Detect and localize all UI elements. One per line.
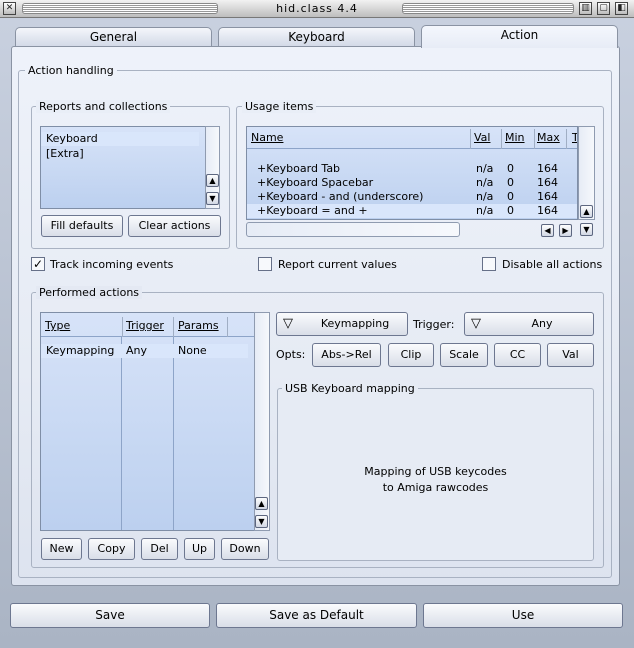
trigger-value: Any <box>531 317 553 330</box>
usage-val: n/a <box>476 162 494 175</box>
table-row[interactable]: +Keyboard = and + n/a 0 164 <box>247 204 577 218</box>
iconify-icon[interactable]: ▥ <box>579 2 592 15</box>
action-type: Keymapping <box>46 344 115 357</box>
usage-hscrollbar[interactable] <box>246 222 460 237</box>
action-handling-label: Action handling <box>25 64 117 77</box>
zoom-icon[interactable]: ▢ <box>597 2 610 15</box>
scroll-up-icon[interactable]: ▲ <box>580 205 593 218</box>
report-current-label: Report current values <box>278 258 397 271</box>
cc-button[interactable]: CC <box>494 343 541 367</box>
action-type-value: Keymapping <box>320 317 390 330</box>
save-as-default-button[interactable]: Save as Default <box>216 603 417 628</box>
reports-label: Reports and collections <box>36 100 171 113</box>
performed-list[interactable]: Type Trigger Params Keymapping Any None <box>40 312 255 531</box>
action-type-cycle[interactable]: ▽ Keymapping <box>276 312 408 336</box>
col-type-header[interactable]: Type <box>45 317 123 337</box>
usage-min: 0 <box>507 162 514 175</box>
val-button[interactable]: Val <box>547 343 594 367</box>
usage-name: +Keyboard = and + <box>257 204 368 217</box>
col-divider <box>173 337 174 530</box>
action-params: None <box>178 344 207 357</box>
col-max-header[interactable]: Max <box>537 129 567 149</box>
usage-min: 0 <box>507 204 514 217</box>
triangle-down-icon: ▽ <box>471 316 481 331</box>
usage-name: +Keyboard - and (underscore) <box>257 190 424 203</box>
track-incoming-checkbox[interactable]: ✓ <box>31 257 45 271</box>
scroll-up-icon[interactable]: ▲ <box>206 174 219 187</box>
window-title: hid.class 4.4 <box>276 2 358 15</box>
mapping-text-line2: to Amiga rawcodes <box>382 481 489 494</box>
usage-name: +Keyboard Tab <box>257 162 341 175</box>
scroll-up-icon[interactable]: ▲ <box>255 497 268 510</box>
copy-button[interactable]: Copy <box>88 538 135 560</box>
fill-defaults-button[interactable]: Fill defaults <box>41 215 123 237</box>
col-divider <box>121 337 122 530</box>
table-row[interactable]: +Keyboard - and (underscore) n/a 0 164 <box>247 190 577 204</box>
scroll-down-icon[interactable]: ▼ <box>206 192 219 205</box>
mapping-text-line1: Mapping of USB keycodes <box>364 465 507 478</box>
tab-general[interactable]: General <box>15 27 212 47</box>
scroll-left-icon[interactable]: ◀ <box>541 224 554 237</box>
usage-max: 164 <box>537 190 558 203</box>
disable-all-label: Disable all actions <box>502 258 603 271</box>
usage-max: 164 <box>537 204 558 217</box>
report-current-checkbox[interactable] <box>258 257 272 271</box>
clear-actions-button[interactable]: Clear actions <box>128 215 221 237</box>
col-params-header[interactable]: Params <box>178 317 228 337</box>
usage-min: 0 <box>507 176 514 189</box>
depth-icon[interactable]: ◧ <box>615 2 628 15</box>
tab-action[interactable]: Action <box>421 25 618 48</box>
new-button[interactable]: New <box>41 538 82 560</box>
usage-list[interactable]: Name Val Min Max T +Keyboard Tab n/a 0 1… <box>246 126 578 220</box>
abs-rel-button[interactable]: Abs->Rel <box>312 343 381 367</box>
col-min-header[interactable]: Min <box>505 129 535 149</box>
usage-val: n/a <box>476 176 494 189</box>
scroll-down-icon[interactable]: ▼ <box>580 223 593 236</box>
scroll-down-icon[interactable]: ▼ <box>255 515 268 528</box>
list-item[interactable]: Keyboard <box>41 132 199 146</box>
trigger-label: Trigger: <box>413 318 455 331</box>
reports-list[interactable]: Keyboard [Extra] <box>40 126 206 209</box>
action-trigger: Any <box>126 344 148 357</box>
disable-all-checkbox[interactable] <box>482 257 496 271</box>
down-button[interactable]: Down <box>221 538 269 560</box>
scale-button[interactable]: Scale <box>440 343 488 367</box>
mapping-label: USB Keyboard mapping <box>282 382 418 395</box>
usage-label: Usage items <box>242 100 317 113</box>
usage-val: n/a <box>476 204 494 217</box>
triangle-down-icon: ▽ <box>283 316 293 331</box>
opts-label: Opts: <box>276 348 306 361</box>
up-button[interactable]: Up <box>184 538 215 560</box>
col-trigger-header[interactable]: Trigger <box>126 317 174 337</box>
col-name-header[interactable]: Name <box>251 129 471 149</box>
track-incoming-label: Track incoming events <box>50 258 174 271</box>
trigger-cycle[interactable]: ▽ Any <box>464 312 594 336</box>
save-button[interactable]: Save <box>10 603 210 628</box>
scroll-right-icon[interactable]: ▶ <box>559 224 572 237</box>
usage-min: 0 <box>507 190 514 203</box>
use-button[interactable]: Use <box>423 603 623 628</box>
table-row[interactable]: +Keyboard Tab n/a 0 164 <box>247 162 577 176</box>
table-row[interactable]: +Keyboard Spacebar n/a 0 164 <box>247 176 577 190</box>
del-button[interactable]: Del <box>141 538 178 560</box>
col-val-header[interactable]: Val <box>474 129 502 149</box>
usage-max: 164 <box>537 176 558 189</box>
usage-name: +Keyboard Spacebar <box>257 176 374 189</box>
list-item[interactable]: [Extra] <box>41 147 199 161</box>
performed-label: Performed actions <box>36 286 143 299</box>
clip-button[interactable]: Clip <box>388 343 434 367</box>
usage-max: 164 <box>537 162 558 175</box>
tab-keyboard[interactable]: Keyboard <box>218 27 415 47</box>
usage-val: n/a <box>476 190 494 203</box>
table-row[interactable]: Keymapping Any None <box>41 344 248 358</box>
